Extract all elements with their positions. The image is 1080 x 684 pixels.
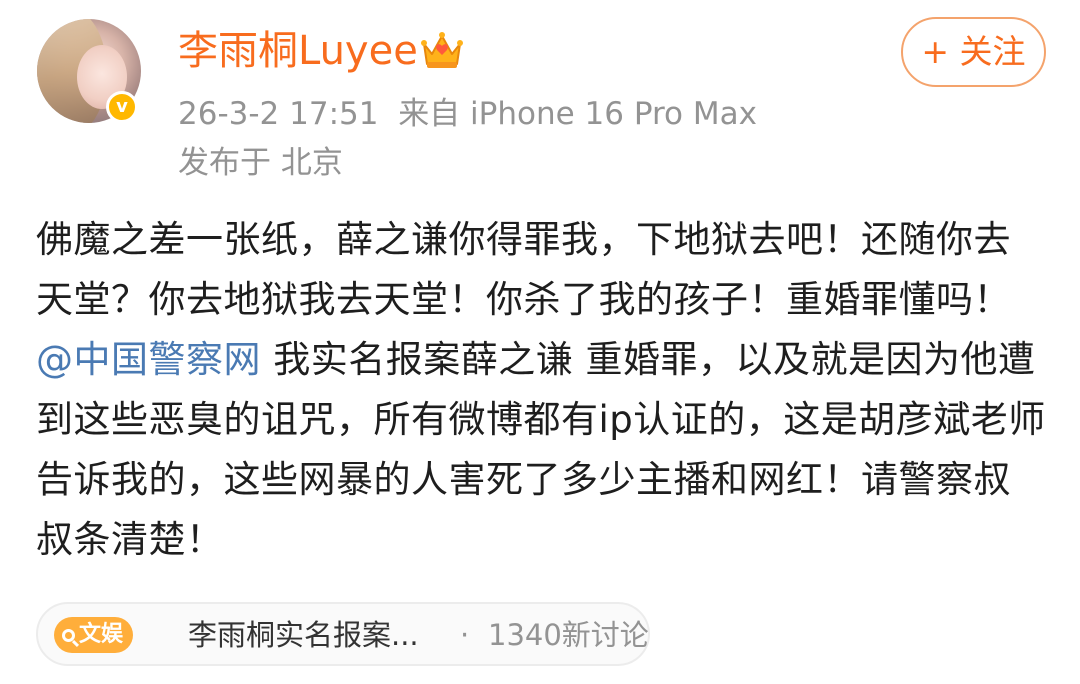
topic-tag-label: 文娱 <box>79 622 124 647</box>
topic-separator: · <box>460 618 470 652</box>
topic-card[interactable]: 文娱 李雨桐实名报案... · 1340新讨论 <box>36 602 650 666</box>
post-location: 发布于 北京 <box>178 145 343 181</box>
topic-title: 李雨桐实名报案... <box>188 618 419 652</box>
post-timestamp: 26-3-2 17:51 <box>178 96 379 132</box>
topic-discussion-count: 1340新讨论 <box>488 618 649 652</box>
topic-tag: 文娱 <box>54 617 134 653</box>
search-icon <box>62 629 75 642</box>
username[interactable]: 李雨桐Luyee <box>178 24 418 78</box>
post-text-part-1: 佛魔之差一张纸，薛之谦你得罪我，下地狱去吧！还随你去天堂？你去地狱我去天堂！你杀… <box>36 218 1011 321</box>
post-source: 来自 iPhone 16 Pro Max <box>398 96 757 132</box>
follow-button[interactable]: + 关注 <box>901 17 1046 87</box>
post-meta: 26-3-2 17:51 来自 iPhone 16 Pro Max <box>178 92 757 136</box>
mention-link[interactable]: @中国警察网 <box>36 338 261 381</box>
post-body: 佛魔之差一张纸，薛之谦你得罪我，下地狱去吧！还随你去天堂？你去地狱我去天堂！你杀… <box>36 210 1046 570</box>
vip-crown-icon[interactable] <box>418 28 466 72</box>
verified-badge-icon: v <box>106 91 138 123</box>
